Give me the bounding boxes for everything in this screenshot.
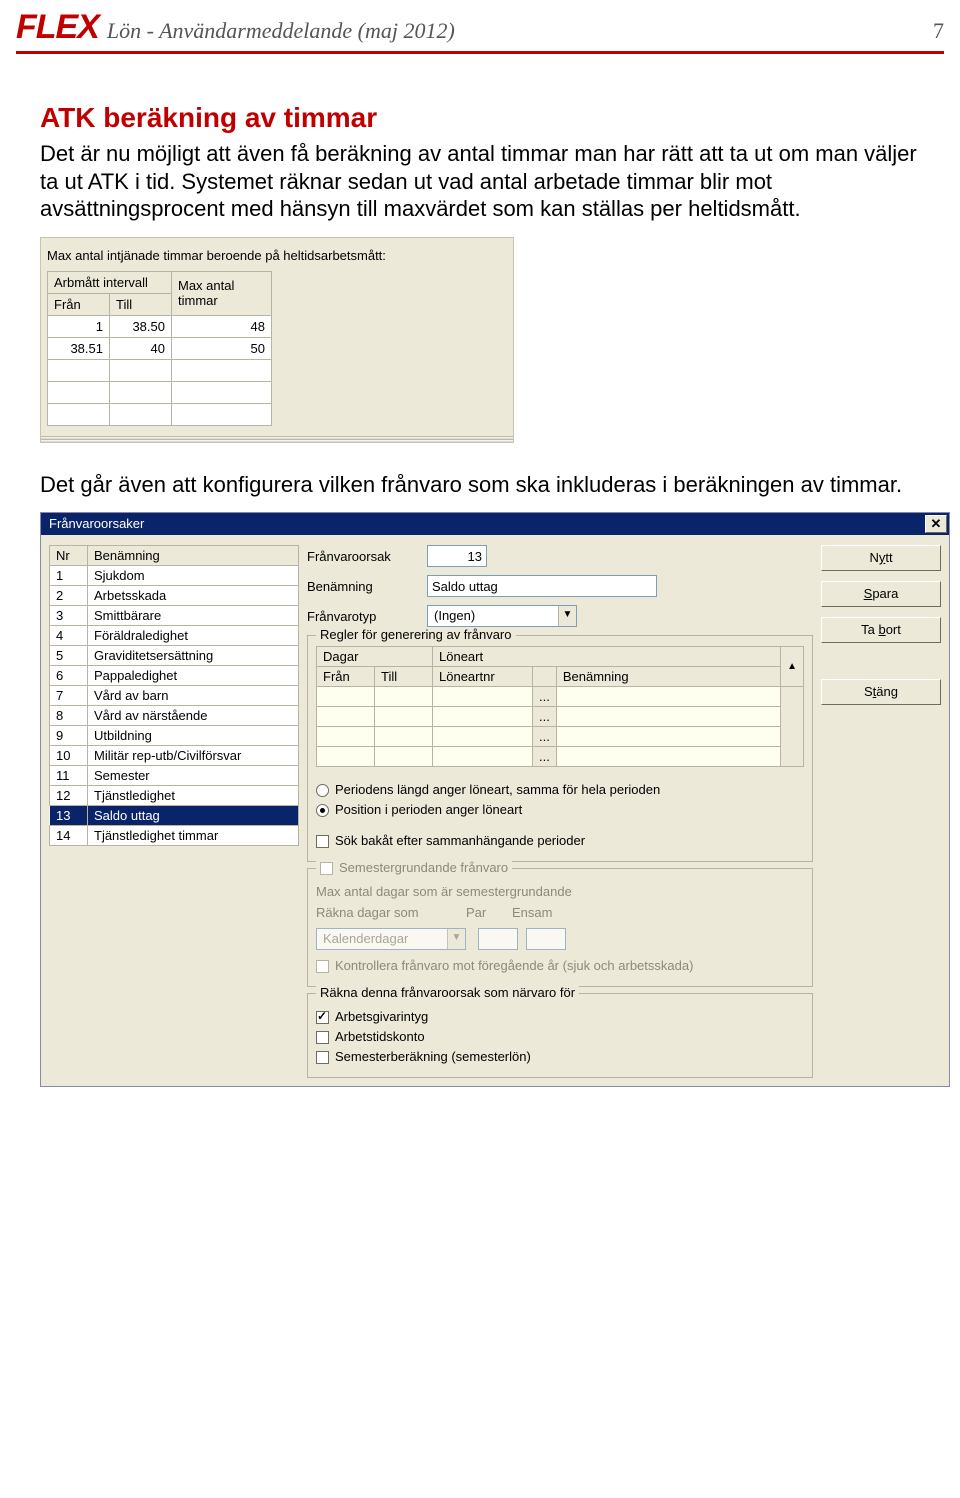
section-title: ATK beräkning av timmar [40,102,920,134]
list-item[interactable]: 4Föräldraledighet [50,626,299,646]
ensam-input [526,928,566,950]
dialog-title: Frånvaroorsaker [41,513,923,535]
rules-group: Regler för generering av frånvaro Dagar … [307,635,813,862]
rules-table: Dagar Löneart ▲ Från Till Löneartnr Benä… [316,646,804,767]
table-row: ... [317,707,804,727]
par-label: Par [466,905,512,920]
benamning-label: Benämning [307,579,427,594]
list-item[interactable]: 14Tjänstledighet timmar [50,826,299,846]
interval-group-header: Arbmått intervall [48,271,172,293]
dialog-titlebar: Frånvaroorsaker ✕ [41,513,949,535]
list-item[interactable]: 12Tjänstledighet [50,786,299,806]
franvaroorsak-label: Frånvaroorsak [307,549,427,564]
check-arbetsgivarintyg[interactable]: Arbetsgivarintyg [316,1009,804,1024]
benamning-input[interactable] [427,575,657,597]
radio-position[interactable]: Position i perioden anger löneart [316,802,804,817]
franvaroorsak-input[interactable] [427,545,487,567]
par-input [478,928,518,950]
tabort-button[interactable]: Ta bort [821,617,941,643]
list-header-ben: Benämning [88,546,299,566]
table-row: ... [317,747,804,767]
ellipsis-button[interactable]: ... [533,727,557,747]
list-item[interactable]: 9Utbildning [50,726,299,746]
absence-dialog: Frånvaroorsaker ✕ Nr Benämning 1Sjukdom2… [40,512,950,1087]
table-row: 138.5048 [48,315,272,337]
spara-button[interactable]: Spara [821,581,941,607]
list-item[interactable]: 13Saldo uttag [50,806,299,826]
semester-group: Semestergrundande frånvaro Max antal dag… [307,868,813,987]
interval-panel: Max antal intjänade timmar beroende på h… [40,237,514,443]
list-item[interactable]: 7Vård av barn [50,686,299,706]
ellipsis-button[interactable]: ... [533,747,557,767]
ellipsis-button[interactable]: ... [533,687,557,707]
list-item[interactable]: 6Pappaledighet [50,666,299,686]
radio-period-length[interactable]: Periodens längd anger löneart, samma för… [316,782,804,797]
list-item[interactable]: 3Smittbärare [50,606,299,626]
divider [41,439,513,442]
check-search-back[interactable]: Sök bakåt efter sammanhängande perioder [316,833,804,848]
logo: FLEX [16,8,99,47]
nytt-button[interactable]: Nytt [821,545,941,571]
narvaro-group-title: Räkna denna frånvaroorsak som närvaro fö… [316,985,579,1000]
list-item[interactable]: 5Graviditetsersättning [50,646,299,666]
check-semester[interactable] [320,862,333,875]
page-number: 7 [933,18,944,44]
check-arbetstidskonto[interactable]: Arbetstidskonto [316,1029,804,1044]
header-subtitle: Lön - Användarmeddelande (maj 2012) [107,18,933,44]
chevron-down-icon: ▼ [558,606,576,626]
ensam-label: Ensam [512,905,552,920]
table-row [48,381,272,403]
list-item[interactable]: 10Militär rep-utb/Civilförsvar [50,746,299,766]
table-row: 38.514050 [48,337,272,359]
list-item[interactable]: 1Sjukdom [50,566,299,586]
rules-group-title: Regler för generering av frånvaro [316,627,516,642]
table-row [48,403,272,425]
stang-button[interactable]: Stäng [821,679,941,705]
table-row: ... [317,687,804,707]
page-header: FLEX Lön - Användarmeddelande (maj 2012)… [0,0,960,51]
table-row [48,359,272,381]
check-semesterberakning[interactable]: Semesterberäkning (semesterlön) [316,1049,804,1064]
narvaro-group: Räkna denna frånvaroorsak som närvaro fö… [307,993,813,1078]
table-row: ... [317,727,804,747]
franvarotyp-combo[interactable]: (Ingen) ▼ [427,605,577,627]
rakna-label: Räkna dagar som [316,905,466,920]
sem-max-label: Max antal dagar som är semestergrundande [316,884,804,899]
franvarotyp-label: Frånvarotyp [307,609,427,624]
interval-caption: Max antal intjänade timmar beroende på h… [41,238,513,271]
list-item[interactable]: 2Arbetsskada [50,586,299,606]
interval-max-header: Max antal timmar [172,271,272,315]
absence-list: Nr Benämning 1Sjukdom2Arbetsskada3Smittb… [49,545,299,1078]
list-item[interactable]: 8Vård av närstående [50,706,299,726]
close-icon[interactable]: ✕ [925,515,947,533]
header-divider [16,51,944,54]
scroll-up-icon[interactable]: ▲ [781,647,804,687]
ellipsis-button[interactable]: ... [533,707,557,727]
interval-till-header: Till [110,293,172,315]
check-kontrollera: Kontrollera frånvaro mot föregående år (… [316,958,804,973]
interval-fran-header: Från [48,293,110,315]
chevron-down-icon: ▼ [447,929,465,949]
paragraph-1: Det är nu möjligt att även få beräkning … [40,140,920,223]
list-header-nr: Nr [50,546,88,566]
interval-table: Arbmått intervall Max antal timmar Från … [47,271,272,426]
rakna-combo: Kalenderdagar ▼ [316,928,466,950]
list-item[interactable]: 11Semester [50,766,299,786]
paragraph-2: Det går även att konfigurera vilken från… [40,471,920,499]
